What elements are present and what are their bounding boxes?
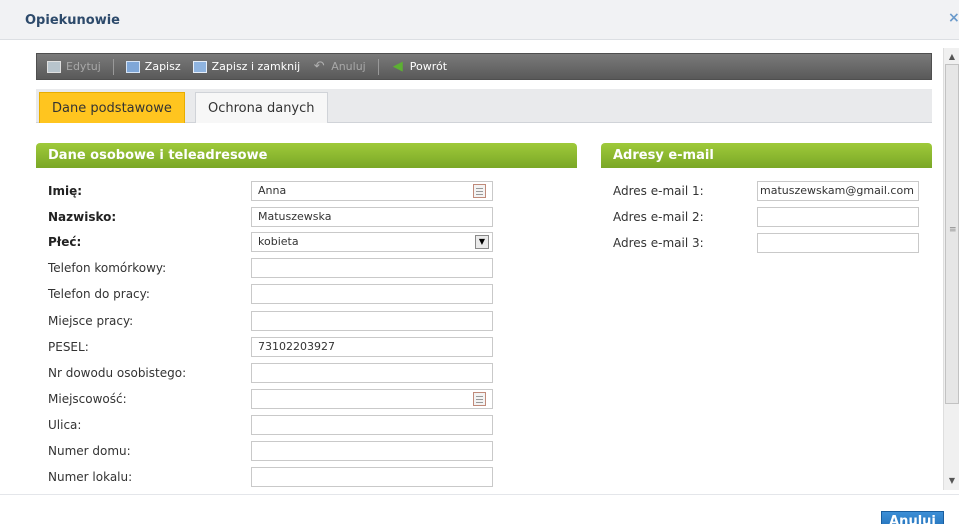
tab-basic-data[interactable]: Dane podstawowe (39, 92, 185, 123)
chevron-down-icon[interactable]: ▼ (475, 235, 489, 249)
save-close-button[interactable]: Zapisz i zamknij (192, 60, 301, 73)
back-arrow-icon: ◀ (392, 58, 403, 74)
scroll-up-icon[interactable]: ▲ (944, 50, 959, 64)
email-3-field[interactable] (757, 233, 919, 253)
scroll-down-icon[interactable]: ▼ (944, 474, 959, 488)
close-icon[interactable]: × (948, 10, 959, 26)
street-label: Ulica: (48, 418, 82, 432)
lookup-list-icon[interactable] (473, 184, 486, 198)
last-name-label: Nazwisko: (48, 210, 117, 224)
id-number-field[interactable] (251, 363, 493, 383)
form-row-first-name: Imię: Anna (48, 181, 493, 201)
first-name-label: Imię: (48, 184, 83, 198)
form-row-apartment-number: Numer lokalu: (48, 467, 493, 487)
back-button[interactable]: ◀ Powrót (391, 58, 448, 74)
cancel-button[interactable]: Anuluj (881, 511, 944, 524)
workplace-label: Miejsce pracy: (48, 314, 134, 328)
form-row-work-phone: Telefon do pracy: (48, 284, 493, 304)
window-titlebar: Opiekunowie × (0, 0, 959, 40)
pesel-field[interactable]: 73102203927 (251, 337, 493, 357)
edit-button-label: Edytuj (66, 60, 101, 73)
form-row-email-1: Adres e-mail 1: matuszewskam@gmail.com (613, 181, 919, 201)
house-number-field[interactable] (251, 441, 493, 461)
section-header-emails: Adresy e-mail (601, 143, 932, 168)
form-row-pesel: PESEL: 73102203927 (48, 337, 493, 357)
grip-icon: ≡ (949, 225, 957, 235)
window-title: Opiekunowie (25, 13, 120, 28)
toolbar-separator (112, 58, 114, 75)
form-row-workplace: Miejsce pracy: (48, 311, 493, 331)
work-phone-field[interactable] (251, 284, 493, 304)
form-row-email-2: Adres e-mail 2: (613, 207, 919, 227)
lookup-list-icon[interactable] (473, 392, 486, 406)
work-phone-label: Telefon do pracy: (48, 287, 150, 301)
form-row-email-3: Adres e-mail 3: (613, 233, 919, 253)
gender-label: Płeć: (48, 235, 82, 249)
pesel-label: PESEL: (48, 340, 89, 354)
form-row-city: Miejscowość: (48, 389, 493, 409)
gender-select[interactable]: kobieta ▼ (251, 232, 493, 252)
street-field[interactable] (251, 415, 493, 435)
save-button[interactable]: Zapisz (125, 60, 181, 73)
gender-value: kobieta (258, 235, 299, 248)
undo-button-label: Anuluj (331, 60, 366, 73)
workplace-field[interactable] (251, 311, 493, 331)
undo-icon: ↶ (313, 58, 325, 74)
toolbar-separator (377, 58, 379, 75)
tab-strip: Dane podstawowe Ochrona danych (36, 89, 932, 123)
save-close-button-label: Zapisz i zamknij (211, 60, 301, 73)
mobile-phone-field[interactable] (251, 258, 493, 278)
section-header-personal: Dane osobowe i teleadresowe (36, 143, 577, 168)
form-row-street: Ulica: (48, 415, 493, 435)
form-row-id-number: Nr dowodu osobistego: (48, 363, 493, 383)
save-button-label: Zapisz (144, 60, 181, 73)
apartment-number-field[interactable] (251, 467, 493, 487)
scrollbar-thumb[interactable]: ≡ (945, 64, 959, 404)
back-button-label: Powrót (409, 60, 448, 73)
email-2-field[interactable] (757, 207, 919, 227)
email-3-label: Adres e-mail 3: (613, 236, 704, 250)
tab-data-protection[interactable]: Ochrona danych (195, 92, 328, 123)
toolbar: Edytuj Zapisz Zapisz i zamknij ↶ Anuluj … (36, 53, 932, 80)
vertical-scrollbar[interactable]: ▲ ≡ ▼ (943, 48, 959, 490)
apartment-number-label: Numer lokalu: (48, 470, 133, 484)
form-row-gender: Płeć: kobieta ▼ (48, 232, 493, 252)
first-name-field[interactable]: Anna (251, 181, 493, 201)
city-label: Miejscowość: (48, 392, 127, 406)
last-name-field[interactable]: Matuszewska (251, 207, 493, 227)
form-row-house-number: Numer domu: (48, 441, 493, 461)
form-row-last-name: Nazwisko: Matuszewska (48, 207, 493, 227)
save-icon (125, 60, 140, 73)
first-name-value: Anna (258, 184, 287, 197)
mobile-phone-label: Telefon komórkowy: (48, 261, 167, 275)
dialog-footer: Anuluj (0, 494, 959, 524)
form-row-mobile-phone: Telefon komórkowy: (48, 258, 493, 278)
email-1-label: Adres e-mail 1: (613, 184, 704, 198)
email-1-field[interactable]: matuszewskam@gmail.com (757, 181, 919, 201)
undo-button[interactable]: ↶ Anuluj (312, 58, 366, 74)
save-close-icon (192, 60, 207, 73)
city-field[interactable] (251, 389, 493, 409)
edit-icon (47, 60, 61, 73)
house-number-label: Numer domu: (48, 444, 131, 458)
id-number-label: Nr dowodu osobistego: (48, 366, 187, 380)
edit-button[interactable]: Edytuj (47, 60, 101, 73)
email-2-label: Adres e-mail 2: (613, 210, 704, 224)
